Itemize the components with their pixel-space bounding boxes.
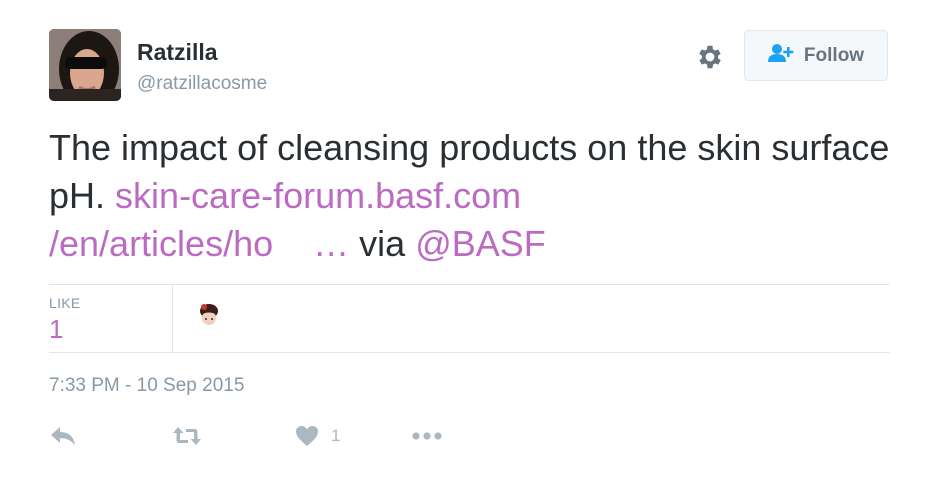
stats-bottom-divider — [49, 352, 890, 353]
user-avatar[interactable] — [49, 29, 121, 101]
stats-like-label: LIKE — [49, 295, 81, 311]
reply-icon — [50, 425, 76, 447]
tweet-link-part1: skin-care-forum.basf.com — [115, 175, 522, 216]
follow-button[interactable]: Follow — [744, 30, 888, 81]
tweet-text: The impact of cleansing products on the … — [49, 124, 909, 268]
stats-vertical-divider — [172, 285, 173, 352]
reply-button[interactable] — [50, 422, 76, 450]
stats-top-divider — [49, 284, 890, 285]
user-display-name[interactable]: Ratzilla — [137, 39, 218, 66]
heart-icon — [295, 425, 319, 447]
tweet-mention[interactable]: @BASF — [415, 223, 546, 264]
follow-person-plus-icon — [767, 43, 794, 68]
like-action-count: 1 — [331, 426, 341, 445]
tweet-timestamp[interactable]: 7:33 PM - 10 Sep 2015 — [49, 375, 244, 397]
tweet-via-text: via — [359, 223, 406, 264]
gear-icon[interactable] — [695, 42, 725, 72]
stats-like-count[interactable]: 1 — [49, 314, 63, 345]
like-button[interactable]: 1 — [295, 422, 340, 450]
retweet-icon — [172, 425, 202, 447]
liker-avatar[interactable] — [195, 301, 223, 331]
follow-button-label: Follow — [803, 44, 865, 66]
tweet-card: Ratzilla @ratzillacosme Follow The impac… — [0, 0, 947, 477]
retweet-button[interactable] — [172, 422, 202, 450]
tweet-link-part2: /en/articles/ho — [49, 223, 274, 264]
more-button[interactable] — [412, 422, 442, 450]
user-screen-name[interactable]: @ratzillacosme — [137, 73, 267, 95]
more-dots-icon — [412, 431, 442, 441]
tweet-link-ellipsis: … — [313, 223, 350, 264]
